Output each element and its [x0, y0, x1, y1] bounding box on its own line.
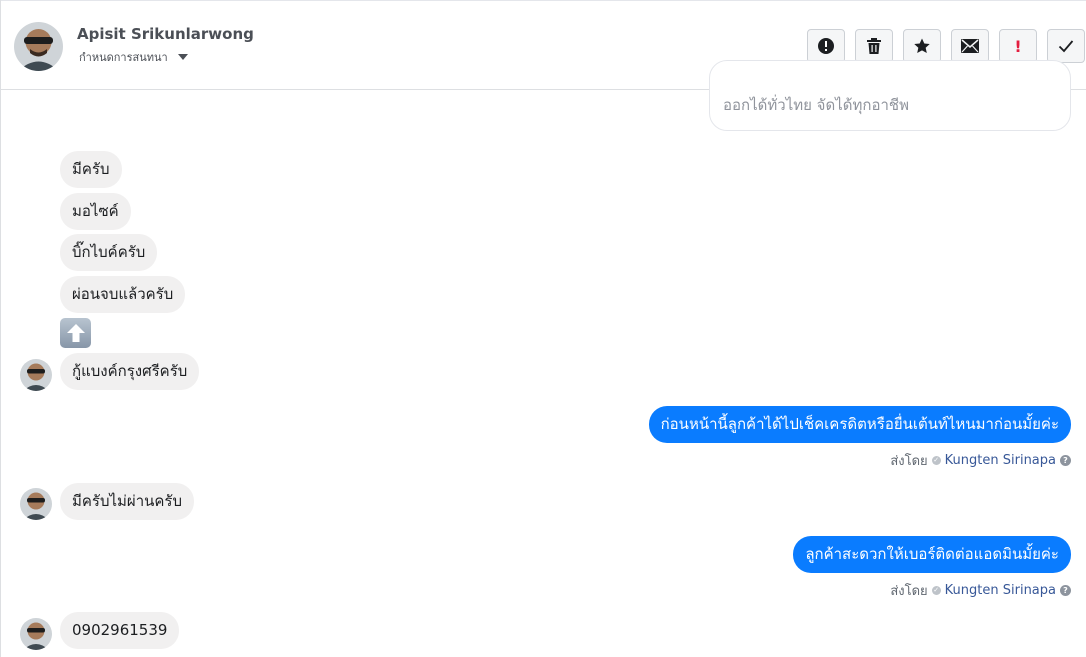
exclamation-icon: !: [1014, 36, 1022, 56]
sent-by-info: ส่งโดย ✓ Kungten Sirinapa ?: [890, 450, 1071, 471]
outgoing-message[interactable]: ลูกค้าสะดวกให้เบอร์ติดต่อแอดมินมั้ยค่ะ: [793, 536, 1071, 573]
mark-done-button[interactable]: [1047, 29, 1085, 63]
trash-icon: [866, 37, 882, 55]
report-button[interactable]: [807, 29, 845, 63]
sent-by-info: ส่งโดย ✓ Kungten Sirinapa ?: [890, 580, 1071, 601]
verified-icon: ✓: [931, 586, 941, 595]
up-arrow-emoji[interactable]: [60, 318, 91, 348]
sender-avatar[interactable]: [20, 359, 52, 391]
conversation-options-dropdown[interactable]: กำหนดการสนทนา: [79, 48, 188, 66]
flag-important-button[interactable]: !: [999, 29, 1037, 63]
delete-button[interactable]: [855, 29, 893, 63]
incoming-message[interactable]: 0902961539: [60, 612, 180, 649]
sent-by-label: ส่งโดย: [890, 584, 928, 599]
mark-unread-button[interactable]: [951, 29, 989, 63]
incoming-message[interactable]: บิ๊กไบค์ครับ: [60, 234, 158, 271]
contact-name[interactable]: Apisit Srikunlarwong: [77, 25, 254, 43]
incoming-message[interactable]: มอไซค์: [60, 193, 131, 230]
envelope-icon: [961, 39, 979, 53]
incoming-message[interactable]: ผ่อนจบแล้วครับ: [60, 276, 186, 313]
quoted-text: ออกได้ทั่วไทย จัดได้ทุกอาชีพ: [723, 96, 909, 114]
help-icon[interactable]: ?: [1060, 455, 1071, 466]
caret-down-icon: [177, 54, 188, 60]
star-icon: [913, 37, 931, 55]
sent-by-name[interactable]: Kungten Sirinapa: [945, 453, 1056, 468]
star-button[interactable]: [903, 29, 941, 63]
contact-avatar[interactable]: [14, 22, 63, 71]
verified-icon: ✓: [931, 456, 941, 465]
sent-by-name[interactable]: Kungten Sirinapa: [945, 583, 1056, 598]
incoming-message[interactable]: กู้แบงค์กรุงศรีครับ: [60, 353, 200, 390]
incoming-message[interactable]: มีครับ: [60, 151, 122, 188]
scrolled-message-card: ออกได้ทั่วไทย จัดได้ทุกอาชีพ: [709, 60, 1071, 131]
outgoing-message[interactable]: ก่อนหน้านี้ลูกค้าได้ไปเช็คเครดิตหรือยื่น…: [648, 406, 1071, 443]
check-icon: [1058, 39, 1074, 53]
conversation-options-label: กำหนดการสนทนา: [79, 51, 168, 64]
sender-avatar[interactable]: [20, 488, 52, 520]
sent-by-label: ส่งโดย: [890, 454, 928, 469]
help-icon[interactable]: ?: [1060, 585, 1071, 596]
sender-avatar[interactable]: [20, 618, 52, 650]
panel-border: [0, 0, 1, 657]
incoming-message[interactable]: มีครับไม่ผ่านครับ: [60, 483, 195, 520]
report-icon: [817, 37, 835, 55]
